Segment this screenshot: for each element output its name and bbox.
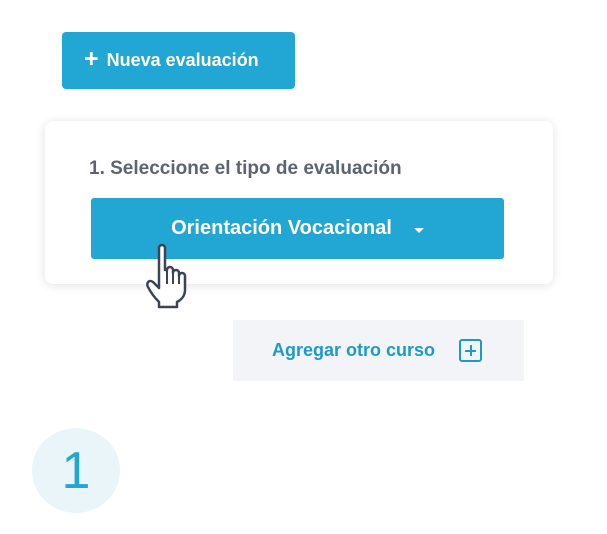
- caret-down-icon: [413, 227, 424, 233]
- new-evaluation-label: Nueva evaluación: [106, 50, 259, 70]
- plus-icon: +: [84, 44, 99, 73]
- step-number-badge: 1: [32, 428, 120, 513]
- evaluation-type-card: 1. Seleccione el tipo de evaluación Orie…: [45, 121, 553, 284]
- step-title: 1. Seleccione el tipo de evaluación: [89, 158, 402, 179]
- new-evaluation-button[interactable]: + Nueva evaluación: [62, 32, 295, 89]
- step-number: 1: [61, 441, 91, 500]
- add-course-button[interactable]: Agregar otro curso: [233, 320, 524, 381]
- plus-square-icon: [459, 339, 483, 362]
- add-course-label: Agregar otro curso: [272, 340, 436, 360]
- selected-evaluation-type: Orientación Vocacional: [171, 217, 392, 239]
- hand-pointer-icon: [146, 243, 187, 309]
